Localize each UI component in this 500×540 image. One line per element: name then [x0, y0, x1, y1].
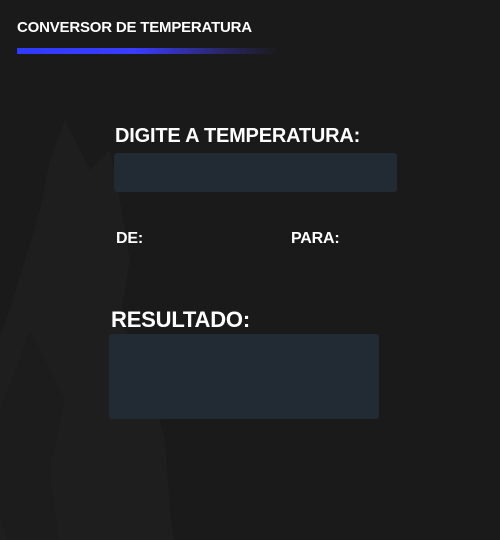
converter-page: CONVERSOR DE TEMPERATURA DIGITE A TEMPER…: [0, 0, 500, 540]
title-underline: [17, 48, 279, 54]
result-output: [109, 334, 379, 419]
app-title: CONVERSOR DE TEMPERATURA: [17, 19, 252, 36]
result-label: RESULTADO:: [111, 307, 250, 332]
temperature-label: DIGITE A TEMPERATURA:: [115, 125, 361, 147]
temperature-input[interactable]: [114, 153, 397, 192]
from-unit-label: DE:: [116, 230, 143, 247]
app-header: CONVERSOR DE TEMPERATURA: [17, 18, 279, 54]
to-unit-label: PARA:: [291, 230, 340, 247]
